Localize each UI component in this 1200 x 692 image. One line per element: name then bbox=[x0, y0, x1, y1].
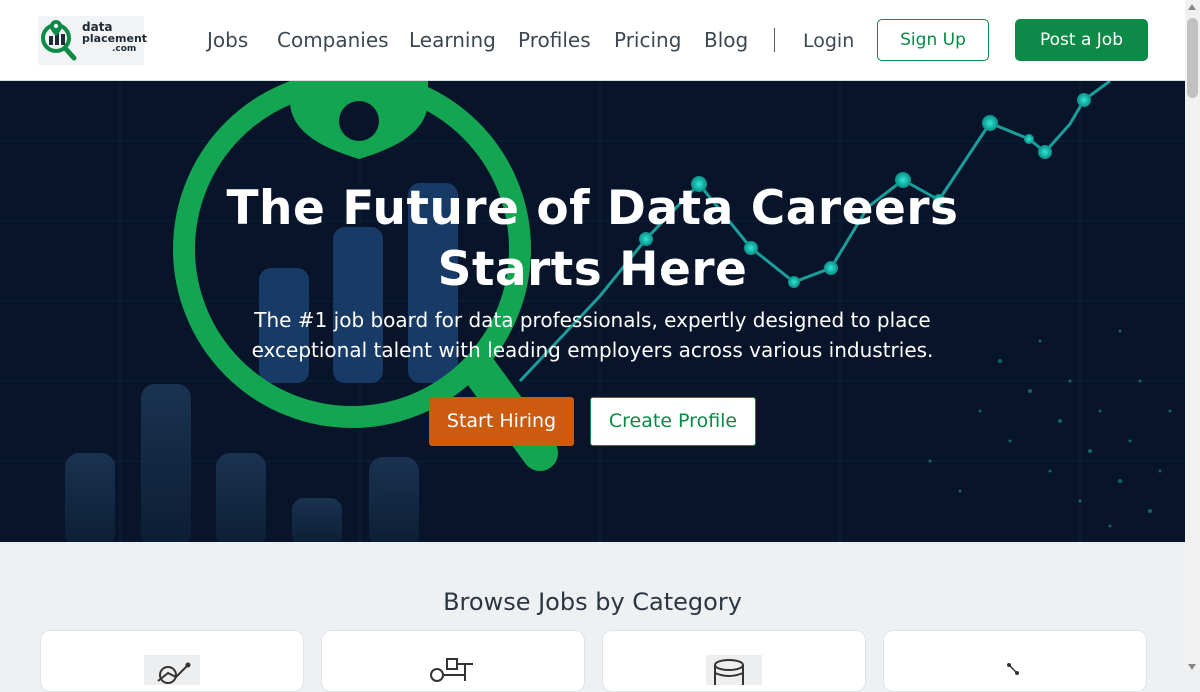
category-card[interactable] bbox=[883, 630, 1147, 692]
hero-title-line2: Starts Here bbox=[437, 242, 748, 297]
hero-subtitle-line2: exceptional talent with leading employer… bbox=[251, 338, 934, 362]
hero-section: The Future of Data Careers Starts Here T… bbox=[0, 81, 1185, 542]
database-icon bbox=[706, 655, 762, 685]
nav-pricing[interactable]: Pricing bbox=[614, 28, 681, 52]
hero-title-line1: The Future of Data Careers bbox=[226, 181, 959, 236]
site-header: data placement .com Jobs Companies Learn… bbox=[0, 0, 1185, 81]
logo-line3: .com bbox=[112, 44, 137, 54]
nav-blog[interactable]: Blog bbox=[704, 28, 748, 52]
scroll-thumb[interactable] bbox=[1187, 18, 1198, 98]
engineering-pipeline-icon bbox=[430, 658, 473, 682]
nav-divider bbox=[774, 28, 775, 52]
logo-pin-icon bbox=[41, 20, 77, 61]
nav-learning[interactable]: Learning bbox=[409, 28, 496, 52]
create-profile-button[interactable]: Create Profile bbox=[590, 397, 756, 446]
nav-companies[interactable]: Companies bbox=[277, 28, 389, 52]
page-scrollbar[interactable] bbox=[1185, 0, 1200, 675]
category-card[interactable] bbox=[40, 630, 304, 692]
logo-wordmark: data placement .com bbox=[82, 21, 148, 55]
login-link[interactable]: Login bbox=[803, 30, 854, 52]
sign-up-button[interactable]: Sign Up bbox=[877, 19, 989, 61]
hero-subtitle: The #1 job board for data professionals,… bbox=[0, 305, 1185, 365]
category-card[interactable] bbox=[321, 630, 585, 692]
site-logo[interactable]: data placement .com bbox=[38, 16, 148, 65]
start-hiring-button[interactable]: Start Hiring bbox=[429, 397, 574, 446]
network-graph-icon bbox=[1007, 663, 1019, 675]
category-card[interactable] bbox=[602, 630, 866, 692]
scroll-up-arrow-icon[interactable] bbox=[1188, 4, 1196, 10]
nav-jobs[interactable]: Jobs bbox=[207, 28, 248, 52]
hero-subtitle-line1: The #1 job board for data professionals,… bbox=[254, 308, 931, 332]
categories-heading: Browse Jobs by Category bbox=[443, 588, 742, 616]
logo-line2: placement bbox=[82, 32, 148, 45]
analytics-chart-icon bbox=[144, 655, 200, 685]
post-job-button[interactable]: Post a Job bbox=[1015, 19, 1148, 61]
nav-profiles[interactable]: Profiles bbox=[518, 28, 591, 52]
hero-title: The Future of Data Careers Starts Here bbox=[0, 178, 1185, 300]
scroll-down-arrow-icon[interactable] bbox=[1188, 664, 1196, 670]
